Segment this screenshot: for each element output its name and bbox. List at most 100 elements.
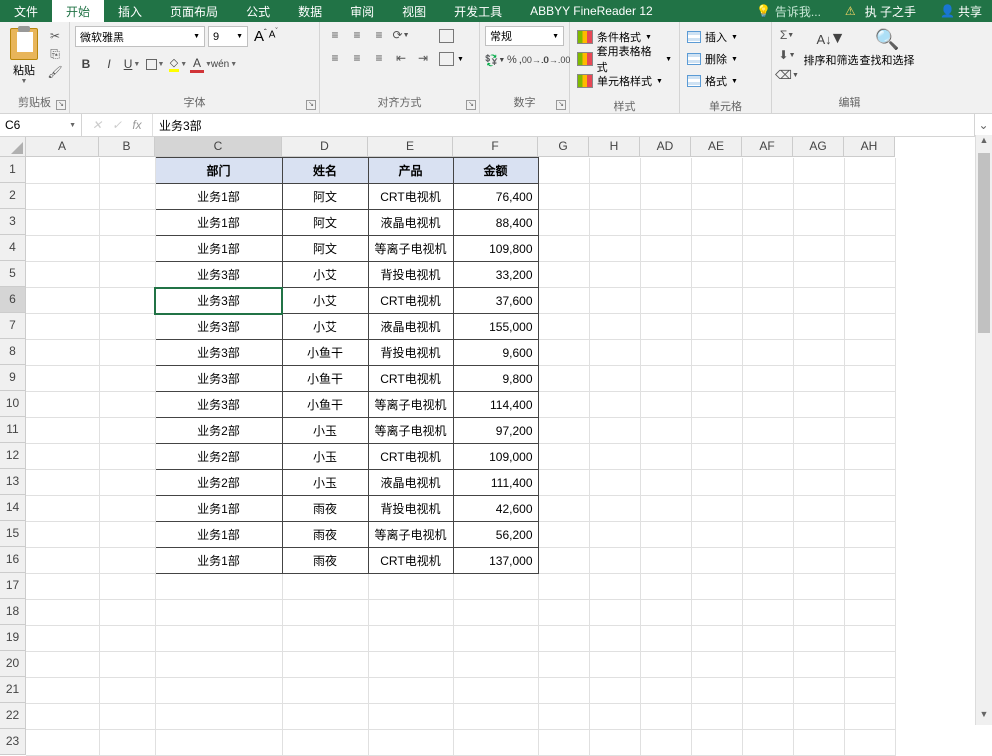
cell-H1[interactable]: [589, 158, 640, 184]
copy-button[interactable]: ⎘: [46, 46, 64, 62]
border-button[interactable]: ▼: [144, 53, 166, 75]
cell-AF5[interactable]: [742, 262, 793, 288]
cell-AH20[interactable]: [844, 652, 895, 678]
cell-AE14[interactable]: [691, 496, 742, 522]
row-header-17[interactable]: 17: [0, 573, 26, 599]
row-header-15[interactable]: 15: [0, 521, 26, 547]
cell-G12[interactable]: [538, 444, 589, 470]
row-header-5[interactable]: 5: [0, 261, 26, 287]
cell-F2[interactable]: 76,400: [453, 184, 538, 210]
row-header-8[interactable]: 8: [0, 339, 26, 365]
col-header-AH[interactable]: AH: [844, 137, 895, 157]
cell-AF3[interactable]: [742, 210, 793, 236]
cell-AF18[interactable]: [742, 600, 793, 626]
cell-AD10[interactable]: [640, 392, 691, 418]
cell-G22[interactable]: [538, 704, 589, 730]
cell-AE10[interactable]: [691, 392, 742, 418]
cell-AD15[interactable]: [640, 522, 691, 548]
cell-AF20[interactable]: [742, 652, 793, 678]
cell-AD9[interactable]: [640, 366, 691, 392]
cell-E7[interactable]: 液晶电视机: [368, 314, 453, 340]
menu-tab-6[interactable]: 审阅: [336, 0, 388, 22]
cell-F7[interactable]: 155,000: [453, 314, 538, 340]
cell-AF1[interactable]: [742, 158, 793, 184]
cell-G23[interactable]: [538, 730, 589, 756]
cell-AH14[interactable]: [844, 496, 895, 522]
cell-C11[interactable]: 业务2部: [155, 418, 282, 444]
cell-AG10[interactable]: [793, 392, 844, 418]
cell-G6[interactable]: [538, 288, 589, 314]
cell-AG1[interactable]: [793, 158, 844, 184]
cell-G10[interactable]: [538, 392, 589, 418]
indent-decrease-button[interactable]: ⇤: [391, 49, 411, 67]
cell-H17[interactable]: [589, 574, 640, 600]
cell-G17[interactable]: [538, 574, 589, 600]
cell-D13[interactable]: 小玉: [282, 470, 368, 496]
cell-G19[interactable]: [538, 626, 589, 652]
cell-H14[interactable]: [589, 496, 640, 522]
orientation-button[interactable]: ⟳▼: [391, 26, 411, 44]
cell-AD6[interactable]: [640, 288, 691, 314]
cell-H19[interactable]: [589, 626, 640, 652]
cell-A23[interactable]: [26, 730, 99, 756]
cell-D16[interactable]: 雨夜: [282, 548, 368, 574]
scroll-up-button[interactable]: ▲: [976, 135, 992, 151]
cell-AD22[interactable]: [640, 704, 691, 730]
cell-AH12[interactable]: [844, 444, 895, 470]
cell-F8[interactable]: 9,600: [453, 340, 538, 366]
row-header-18[interactable]: 18: [0, 599, 26, 625]
cell-E14[interactable]: 背投电视机: [368, 496, 453, 522]
cell-AH7[interactable]: [844, 314, 895, 340]
cell-B16[interactable]: [99, 548, 155, 574]
cell-AE16[interactable]: [691, 548, 742, 574]
cell-AF11[interactable]: [742, 418, 793, 444]
cell-AH8[interactable]: [844, 340, 895, 366]
cell-B20[interactable]: [99, 652, 155, 678]
cell-E10[interactable]: 等离子电视机: [368, 392, 453, 418]
cell-D11[interactable]: 小玉: [282, 418, 368, 444]
cell-H11[interactable]: [589, 418, 640, 444]
menu-tab-5[interactable]: 数据: [284, 0, 336, 22]
cell-D5[interactable]: 小艾: [282, 262, 368, 288]
cell-B2[interactable]: [99, 184, 155, 210]
row-header-10[interactable]: 10: [0, 391, 26, 417]
grow-font-button[interactable]: Aˆ: [254, 28, 267, 45]
cell-AF12[interactable]: [742, 444, 793, 470]
cell-AG20[interactable]: [793, 652, 844, 678]
cell-H6[interactable]: [589, 288, 640, 314]
cell-B9[interactable]: [99, 366, 155, 392]
cell-C21[interactable]: [155, 678, 282, 704]
cell-A1[interactable]: [26, 158, 99, 184]
cell-D3[interactable]: 阿文: [282, 210, 368, 236]
cell-D18[interactable]: [282, 600, 368, 626]
wrap-text-button[interactable]: [439, 26, 464, 46]
cell-H8[interactable]: [589, 340, 640, 366]
cell-AH15[interactable]: [844, 522, 895, 548]
cell-H21[interactable]: [589, 678, 640, 704]
cell-G5[interactable]: [538, 262, 589, 288]
cell-AF6[interactable]: [742, 288, 793, 314]
cell-E2[interactable]: CRT电视机: [368, 184, 453, 210]
cell-D12[interactable]: 小玉: [282, 444, 368, 470]
cell-AE22[interactable]: [691, 704, 742, 730]
cell-F1[interactable]: 金额: [453, 158, 538, 184]
cell-D17[interactable]: [282, 574, 368, 600]
cell-AE6[interactable]: [691, 288, 742, 314]
cell-E9[interactable]: CRT电视机: [368, 366, 453, 392]
fill-button[interactable]: ⬇▼: [777, 46, 797, 64]
cell-AD13[interactable]: [640, 470, 691, 496]
cell-H12[interactable]: [589, 444, 640, 470]
cut-button[interactable]: ✂: [46, 28, 64, 44]
cell-AF14[interactable]: [742, 496, 793, 522]
cell-AF21[interactable]: [742, 678, 793, 704]
cell-D22[interactable]: [282, 704, 368, 730]
cell-G2[interactable]: [538, 184, 589, 210]
cell-E17[interactable]: [368, 574, 453, 600]
cell-AG22[interactable]: [793, 704, 844, 730]
cell-C22[interactable]: [155, 704, 282, 730]
cell-D14[interactable]: 雨夜: [282, 496, 368, 522]
cell-AE18[interactable]: [691, 600, 742, 626]
paste-button[interactable]: 粘贴 ▼: [5, 26, 43, 85]
accounting-button[interactable]: 💱▼: [485, 50, 505, 70]
cell-AH11[interactable]: [844, 418, 895, 444]
